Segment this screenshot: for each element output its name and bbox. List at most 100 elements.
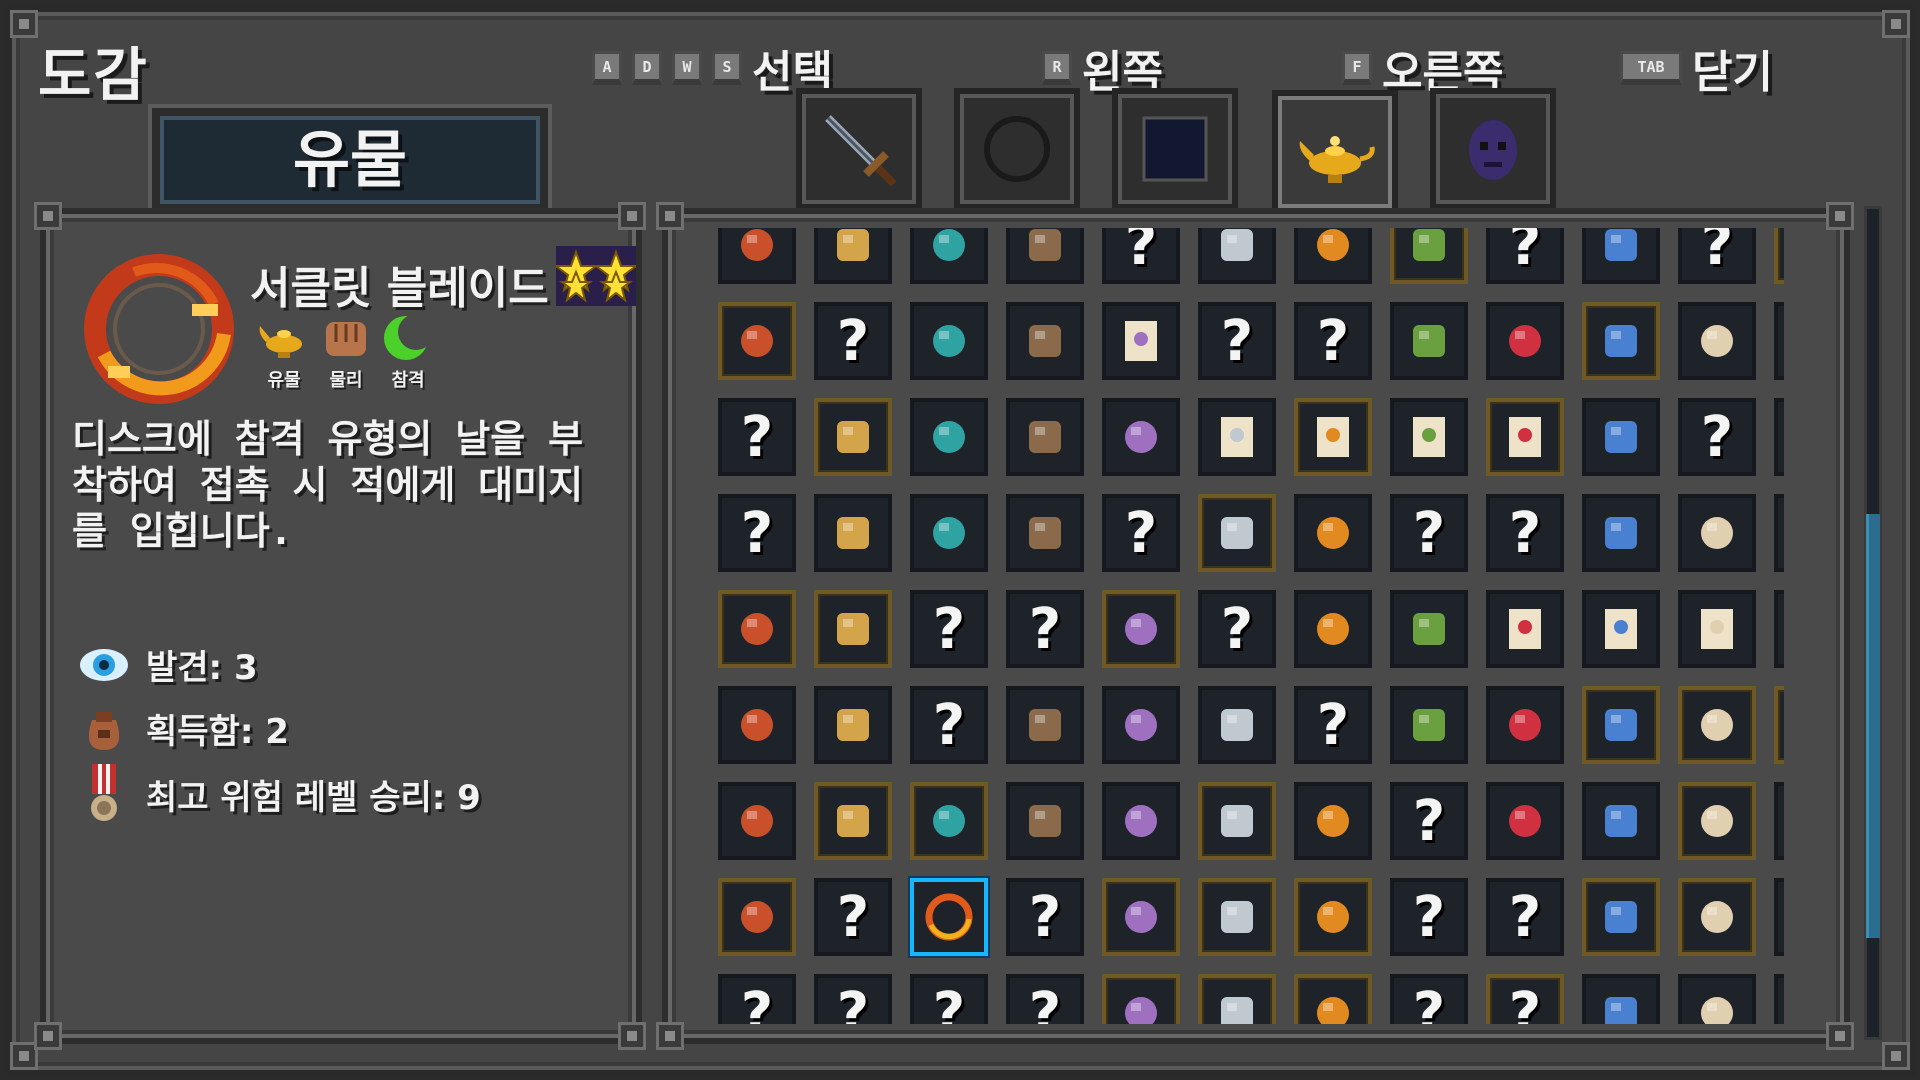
grid-scrollbar-thumb[interactable]	[1866, 514, 1880, 938]
unknown-item-slot[interactable]: ?	[1390, 494, 1468, 572]
item-slot-bow[interactable]	[814, 590, 892, 668]
item-slot-crown[interactable]	[718, 782, 796, 860]
item-slot-shuriken[interactable]	[1774, 302, 1784, 380]
unknown-item-slot[interactable]: ?	[910, 686, 988, 764]
item-slot-fire-claws[interactable]	[814, 782, 892, 860]
item-slot-banner[interactable]	[1486, 398, 1564, 476]
unknown-item-slot[interactable]: ?	[1294, 302, 1372, 380]
unknown-item-slot[interactable]: ?	[1774, 590, 1784, 668]
item-slot-totem[interactable]	[1294, 228, 1372, 284]
item-slot-hammer[interactable]	[1102, 878, 1180, 956]
item-slot-crystal[interactable]	[1390, 302, 1468, 380]
item-slot-crest[interactable]	[1486, 686, 1564, 764]
item-slot-herb[interactable]	[814, 398, 892, 476]
item-slot-spell-disc[interactable]	[718, 590, 796, 668]
tab-rings[interactable]	[954, 88, 1080, 210]
item-slot-hood-red[interactable]	[1582, 398, 1660, 476]
item-slot-wizard-hat[interactable]	[1294, 590, 1372, 668]
unknown-item-slot[interactable]: ?	[814, 302, 892, 380]
unknown-item-slot[interactable]: ?	[1006, 878, 1084, 956]
item-slot-flower[interactable]	[1678, 974, 1756, 1024]
item-slot-cloak[interactable]	[718, 686, 796, 764]
item-slot-helmet[interactable]	[718, 228, 796, 284]
item-slot-skull[interactable]	[910, 228, 988, 284]
unknown-item-slot[interactable]: ?	[1390, 974, 1468, 1024]
item-slot-banner[interactable]	[1582, 590, 1660, 668]
unknown-item-slot[interactable]: ?	[718, 398, 796, 476]
unknown-item-slot[interactable]: ?	[1486, 974, 1564, 1024]
item-slot-flail[interactable]	[1582, 494, 1660, 572]
unknown-item-slot[interactable]: ?	[1678, 228, 1756, 284]
unknown-item-slot[interactable]: ?	[1486, 878, 1564, 956]
unknown-item-slot[interactable]: ?	[718, 494, 796, 572]
unknown-item-slot[interactable]: ?	[1102, 228, 1180, 284]
item-slot-cube[interactable]	[1390, 686, 1468, 764]
unknown-item-slot[interactable]: ?	[1198, 302, 1276, 380]
unknown-item-slot[interactable]: ?	[910, 974, 988, 1024]
item-slot-axe[interactable]	[1774, 494, 1784, 572]
item-slot-shell[interactable]	[1102, 590, 1180, 668]
item-slot-bomb[interactable]	[1678, 686, 1756, 764]
unknown-item-slot[interactable]: ?	[814, 974, 892, 1024]
item-slot-potion[interactable]	[1102, 782, 1180, 860]
item-slot-lamp-red[interactable]	[1102, 974, 1180, 1024]
item-slot-whip[interactable]	[1006, 686, 1084, 764]
item-slot-circlet-blade[interactable]	[910, 878, 988, 956]
unknown-item-slot[interactable]: ?	[1102, 494, 1180, 572]
item-slot-banner[interactable]	[1198, 398, 1276, 476]
item-slot-armor[interactable]	[1294, 878, 1372, 956]
unknown-item-slot[interactable]: ?	[1390, 878, 1468, 956]
unknown-item-slot[interactable]: ?	[1774, 878, 1784, 956]
unknown-item-slot[interactable]: ?	[814, 878, 892, 956]
item-slot-orb[interactable]	[1678, 302, 1756, 380]
item-slot-compass[interactable]	[1582, 302, 1660, 380]
item-slot-kite[interactable]	[1198, 782, 1276, 860]
item-slot-gold-wand[interactable]	[1102, 398, 1180, 476]
unknown-item-slot[interactable]: ?	[1294, 686, 1372, 764]
unknown-item-slot[interactable]: ?	[1006, 590, 1084, 668]
item-slot-rune-ring[interactable]	[718, 302, 796, 380]
item-slot-leaf[interactable]	[1582, 686, 1660, 764]
unknown-item-slot[interactable]: ?	[1390, 782, 1468, 860]
item-slot-spellbook[interactable]	[1006, 302, 1084, 380]
unknown-item-slot[interactable]: ?	[1006, 974, 1084, 1024]
item-slot-mushroom[interactable]	[1678, 878, 1756, 956]
item-slot-gauntlet[interactable]	[1198, 686, 1276, 764]
item-slot-backpack[interactable]	[1198, 494, 1276, 572]
tab-weapons[interactable]	[796, 88, 922, 210]
item-slot-coins[interactable]	[1294, 974, 1372, 1024]
item-slot-banner[interactable]	[1486, 590, 1564, 668]
item-slot-sling[interactable]	[1102, 686, 1180, 764]
item-slot-banner[interactable]	[1390, 398, 1468, 476]
unknown-item-slot[interactable]: ?	[1198, 590, 1276, 668]
item-slot-banner[interactable]	[1678, 590, 1756, 668]
item-slot-scroll[interactable]	[718, 878, 796, 956]
item-slot-rapier[interactable]	[1390, 590, 1468, 668]
item-slot-bear[interactable]	[1582, 228, 1660, 284]
unknown-item-slot[interactable]: ?	[1774, 228, 1784, 284]
item-slot-lizard[interactable]	[1774, 974, 1784, 1024]
item-slot-beetle[interactable]	[1006, 228, 1084, 284]
unknown-item-slot[interactable]: ?	[1678, 398, 1756, 476]
unknown-item-slot[interactable]: ?	[910, 590, 988, 668]
item-slot-pot[interactable]	[1774, 686, 1784, 764]
item-slot-mask[interactable]	[1390, 228, 1468, 284]
tab-unknown[interactable]	[1112, 88, 1238, 210]
item-slot-shield[interactable]	[814, 686, 892, 764]
item-slot-banner[interactable]	[1294, 398, 1372, 476]
tab-relics[interactable]	[1272, 90, 1398, 214]
item-slot-nugget[interactable]	[1198, 228, 1276, 284]
item-slot-ice-wand[interactable]	[1006, 398, 1084, 476]
unknown-item-slot[interactable]: ?	[718, 974, 796, 1024]
item-slot-staff[interactable]	[1486, 302, 1564, 380]
item-slot-ticket[interactable]	[910, 302, 988, 380]
unknown-item-slot[interactable]: ?	[1486, 228, 1564, 284]
item-slot-fire-wand[interactable]	[910, 398, 988, 476]
item-slot-frog[interactable]	[1582, 974, 1660, 1024]
item-slot-amulet[interactable]	[814, 494, 892, 572]
item-slot-bat[interactable]	[1582, 782, 1660, 860]
item-slot-beans[interactable]	[1006, 782, 1084, 860]
item-slot-pepper[interactable]	[1006, 494, 1084, 572]
unknown-item-slot[interactable]: ?	[1774, 782, 1784, 860]
item-slot-paw[interactable]	[1678, 782, 1756, 860]
